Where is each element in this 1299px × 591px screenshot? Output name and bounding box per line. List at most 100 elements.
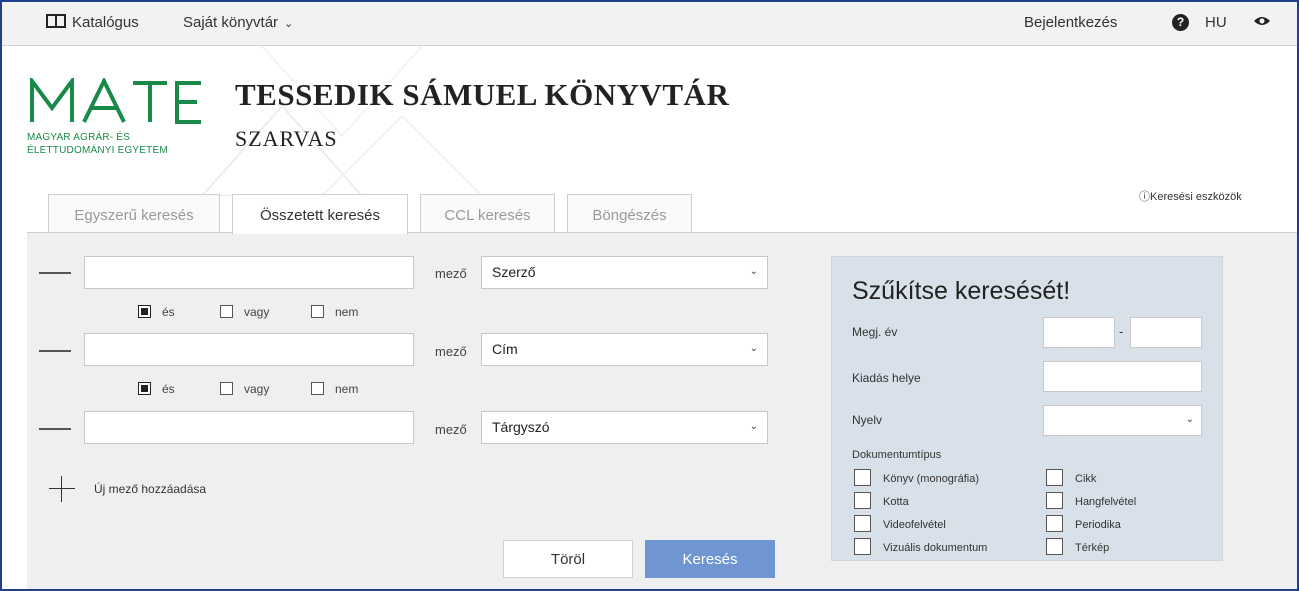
tab-browse[interactable]: Böngészés (567, 194, 692, 232)
bool-or-1[interactable]: vagy (220, 305, 269, 319)
doctype-label-text: Vizuális dokumentum (883, 542, 988, 554)
place-label: Kiadás helye (852, 371, 921, 385)
mate-logo-mark (30, 78, 201, 124)
chevron-down-icon: ⌄ (749, 343, 758, 354)
checkbox-icon (854, 469, 871, 486)
doctype-video[interactable]: Videofelvétel (854, 515, 946, 532)
bool-or-label: vagy (244, 382, 270, 396)
checkbox-icon (854, 538, 871, 555)
field-label: mező (435, 422, 467, 437)
doctype-audio[interactable]: Hangfelvétel (1046, 492, 1136, 509)
my-library-menu[interactable]: Saját könyvtár ⌄ (183, 14, 293, 31)
checkbox-icon (311, 305, 324, 318)
row-dash (39, 350, 71, 352)
chevron-down-icon: ⌄ (749, 421, 758, 432)
doctype-label-text: Cikk (1075, 473, 1097, 485)
language-select[interactable]: ⌄ (1043, 405, 1202, 436)
search-tips-link[interactable]: ⓘKeresési eszközök (1139, 188, 1242, 204)
field-select-1[interactable]: Szerző ⌄ (481, 256, 768, 289)
search-button[interactable]: Keresés (645, 540, 775, 578)
bool-not-label: nem (335, 305, 359, 319)
doctype-article[interactable]: Cikk (1046, 469, 1096, 486)
chevron-down-icon: ⌄ (284, 18, 294, 30)
bool-not-1[interactable]: nem (311, 305, 358, 319)
field-select-value: Cím (492, 341, 518, 357)
doctype-label: Dokumentumtípus (852, 449, 942, 461)
bool-or-2[interactable]: vagy (220, 382, 269, 396)
doctype-label-text: Videofelvétel (883, 519, 946, 531)
checkbox-icon (220, 382, 233, 395)
bool-and-label: és (162, 382, 175, 396)
bool-not-2[interactable]: nem (311, 382, 358, 396)
header-decoration (202, 46, 483, 196)
bool-and-2[interactable]: és (138, 382, 175, 396)
doctype-visual[interactable]: Vizuális dokumentum (854, 538, 987, 555)
field-select-value: Szerző (492, 264, 536, 280)
search-input-3[interactable] (84, 411, 414, 444)
language-label: Nyelv (852, 413, 883, 427)
plus-icon[interactable] (49, 476, 75, 502)
year-from-input[interactable] (1043, 317, 1115, 348)
year-to-input[interactable] (1130, 317, 1202, 348)
search-input-1[interactable] (84, 256, 414, 289)
logo-line-1: MAGYAR AGRÁR- ÉS (27, 132, 131, 143)
doctype-map[interactable]: Térkép (1046, 538, 1109, 555)
year-label: Megj. év (852, 325, 898, 339)
my-library-label: Saját könyvtár (183, 14, 279, 31)
checkbox-icon (220, 305, 233, 318)
page-title: TESSEDIK SÁMUEL KÖNYVTÁR (235, 77, 730, 112)
field-label: mező (435, 266, 467, 281)
checkbox-checked-icon (138, 305, 151, 318)
doctype-label-text: Periodika (1075, 519, 1121, 531)
checkbox-icon (1046, 515, 1063, 532)
browser-frame: Katalógus Saját könyvtár ⌄ Bejelentkezés … (0, 0, 1299, 591)
checkbox-icon (1046, 538, 1063, 555)
field-label: mező (435, 344, 467, 359)
row-dash (39, 428, 71, 430)
logo-line-2: ÉLETTUDOMÁNYI EGYETEM (27, 145, 168, 156)
login-link[interactable]: Bejelentkezés (1024, 14, 1117, 31)
top-navigation: Katalógus Saját könyvtár ⌄ Bejelentkezés … (2, 2, 1297, 46)
chevron-down-icon: ⌄ (1185, 414, 1194, 425)
doctype-book[interactable]: Könyv (monográfia) (854, 469, 979, 486)
clear-button[interactable]: Töröl (503, 540, 633, 578)
place-input[interactable] (1043, 361, 1202, 392)
checkbox-icon (854, 515, 871, 532)
eye-icon[interactable] (1253, 15, 1271, 27)
search-input-2[interactable] (84, 333, 414, 366)
page-subtitle: SZARVAS (235, 126, 338, 151)
doctype-label-text: Hangfelvétel (1075, 496, 1137, 508)
field-select-3[interactable]: Tárgyszó ⌄ (481, 411, 768, 444)
row-dash (39, 272, 71, 274)
tab-ccl-search[interactable]: CCL keresés (420, 194, 555, 232)
add-field-link[interactable]: Új mező hozzáadása (94, 482, 206, 496)
checkbox-checked-icon (138, 382, 151, 395)
catalog-link[interactable]: Katalógus (46, 14, 139, 31)
field-select-value: Tárgyszó (492, 419, 550, 435)
catalog-label: Katalógus (72, 14, 139, 31)
doctype-label-text: Könyv (monográfia) (883, 473, 979, 485)
bool-not-label: nem (335, 382, 359, 396)
checkbox-icon (1046, 469, 1063, 486)
language-selector[interactable]: HU (1205, 14, 1227, 31)
doctype-score[interactable]: Kotta (854, 492, 909, 509)
checkbox-icon (311, 382, 324, 395)
bool-and-1[interactable]: és (138, 305, 175, 319)
doctype-label-text: Kotta (883, 496, 909, 508)
checkbox-icon (854, 492, 871, 509)
mate-logo[interactable]: MAGYAR AGRÁR- ÉS ÉLETTUDOMÁNYI EGYETEM (27, 74, 207, 166)
year-range-dash: - (1119, 324, 1124, 339)
field-select-2[interactable]: Cím ⌄ (481, 333, 768, 366)
info-icon: ⓘ (1139, 191, 1150, 203)
bool-or-label: vagy (244, 305, 270, 319)
refine-panel: Szűkítse keresését! Megj. év - Kiadás he… (831, 256, 1223, 561)
tab-advanced-search[interactable]: Összetett keresés (232, 194, 408, 234)
chevron-down-icon: ⌄ (749, 266, 758, 277)
checkbox-icon (1046, 492, 1063, 509)
tab-simple-search[interactable]: Egyszerű keresés (48, 194, 220, 232)
help-icon[interactable]: ? (1172, 14, 1189, 31)
doctype-label-text: Térkép (1075, 542, 1110, 554)
doctype-periodical[interactable]: Periodika (1046, 515, 1121, 532)
bool-and-label: és (162, 305, 175, 319)
search-tips-label: Keresési eszközök (1150, 191, 1242, 203)
